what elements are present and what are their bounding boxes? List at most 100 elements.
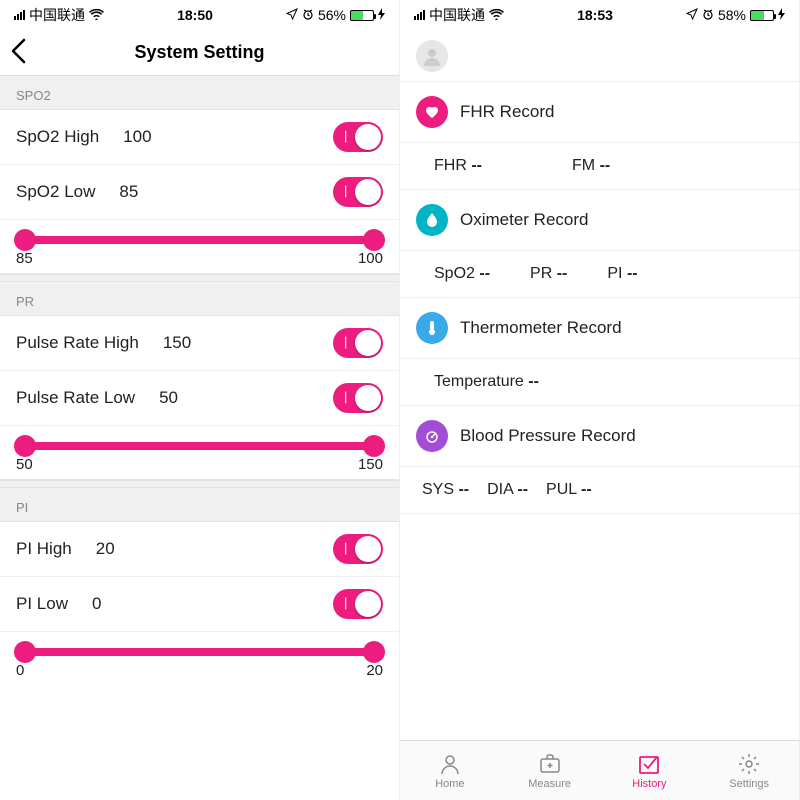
spo2-range-slider[interactable] <box>22 236 377 244</box>
dia-value: -- <box>517 481 528 498</box>
droplet-icon <box>416 204 448 236</box>
pi-section-header: PI <box>0 488 399 522</box>
clock: 18:50 <box>177 7 213 23</box>
tab-measure[interactable]: Measure <box>500 741 600 800</box>
spo2-range-min: 85 <box>16 250 33 267</box>
spo2-low-value: 85 <box>119 182 138 202</box>
pi-range-max: 20 <box>366 662 383 679</box>
status-bar: 中国联通 18:50 56% <box>0 0 399 30</box>
pr-section-header: PR <box>0 282 399 316</box>
bp-values-row: SYS -- DIA -- PUL -- <box>400 467 799 514</box>
pi-low-label: PI Low <box>16 594 68 614</box>
spo2-low-row: SpO2 Low 85 <box>0 165 399 220</box>
fhr-record-header[interactable]: FHR Record <box>400 82 799 143</box>
sys-value: -- <box>458 481 469 498</box>
pi-high-value: 20 <box>96 539 115 559</box>
battery-icon <box>750 10 774 21</box>
pi-low-row: PI Low 0 <box>0 577 399 632</box>
therm-record-header[interactable]: Thermometer Record <box>400 298 799 359</box>
pi-low-toggle[interactable] <box>333 589 383 619</box>
fhr-record-title: FHR Record <box>460 102 554 122</box>
nav-header: System Setting <box>0 30 399 76</box>
pr-slider-thumb-high[interactable] <box>363 435 385 457</box>
page-title: System Setting <box>134 42 264 63</box>
spo2-slider-thumb-high[interactable] <box>363 229 385 251</box>
location-icon <box>286 7 298 23</box>
fm-label: FM <box>572 157 595 174</box>
pr-value: -- <box>557 265 568 282</box>
carrier-label: 中国联通 <box>429 5 485 25</box>
profile-row[interactable] <box>400 30 799 82</box>
pi-slider-thumb-low[interactable] <box>14 641 36 663</box>
tab-home-label: Home <box>435 778 464 790</box>
back-button[interactable] <box>10 38 26 71</box>
alarm-icon <box>702 7 714 23</box>
sys-label: SYS <box>422 481 454 498</box>
pi-value: -- <box>627 265 638 282</box>
spo2-high-toggle[interactable] <box>333 122 383 152</box>
bp-record-header[interactable]: Blood Pressure Record <box>400 406 799 467</box>
pr-range-slider[interactable] <box>22 442 377 450</box>
clock: 18:53 <box>577 7 613 23</box>
pi-high-row: PI High 20 <box>0 522 399 577</box>
gear-icon <box>737 752 761 776</box>
bp-record-title: Blood Pressure Record <box>460 426 636 446</box>
pr-high-value: 150 <box>163 333 191 353</box>
temperature-label: Temperature <box>434 373 524 390</box>
pr-high-label: Pulse Rate High <box>16 333 139 353</box>
history-screen: 中国联通 18:53 58% FHR Re <box>400 0 800 800</box>
pr-slider-wrap: 50 150 <box>0 426 399 480</box>
avatar-icon <box>416 40 448 72</box>
tab-settings[interactable]: Settings <box>699 741 799 800</box>
tab-history-label: History <box>632 778 666 790</box>
oxi-record-header[interactable]: Oximeter Record <box>400 190 799 251</box>
status-bar: 中国联通 18:53 58% <box>400 0 799 30</box>
tab-settings-label: Settings <box>729 778 769 790</box>
dia-label: DIA <box>487 481 513 498</box>
signal-bars-icon <box>414 10 425 20</box>
spo2-value: -- <box>479 265 490 282</box>
pi-high-toggle[interactable] <box>333 534 383 564</box>
pul-label: PUL <box>546 481 577 498</box>
pr-label: PR <box>530 265 552 282</box>
therm-record-title: Thermometer Record <box>460 318 622 338</box>
thermometer-icon <box>416 312 448 344</box>
charging-icon <box>778 7 785 23</box>
tab-history[interactable]: History <box>600 741 700 800</box>
oxi-record-title: Oximeter Record <box>460 210 588 230</box>
spo2-low-label: SpO2 Low <box>16 182 95 202</box>
location-icon <box>686 7 698 23</box>
tab-bar: Home Measure History Settings <box>400 740 799 800</box>
spo2-high-label: SpO2 High <box>16 127 99 147</box>
battery-text: 58% <box>718 7 746 23</box>
pr-low-toggle[interactable] <box>333 383 383 413</box>
therm-values-row: Temperature -- <box>400 359 799 406</box>
spo2-high-row: SpO2 High 100 <box>0 110 399 165</box>
wifi-icon <box>89 8 104 23</box>
pr-high-toggle[interactable] <box>333 328 383 358</box>
fhr-values-row: FHR -- FM -- <box>400 143 799 190</box>
tab-measure-label: Measure <box>528 778 571 790</box>
pi-label: PI <box>607 265 622 282</box>
pi-slider-thumb-high[interactable] <box>363 641 385 663</box>
person-icon <box>438 752 462 776</box>
tab-home[interactable]: Home <box>400 741 500 800</box>
settings-screen: 中国联通 18:50 56% System Setting SPO2 <box>0 0 400 800</box>
pi-range-slider[interactable] <box>22 648 377 656</box>
spo2-range-max: 100 <box>358 250 383 267</box>
fm-value: -- <box>600 157 611 174</box>
spo2-label: SpO2 <box>434 265 475 282</box>
fhr-label: FHR <box>434 157 467 174</box>
oxi-values-row: SpO2 -- PR -- PI -- <box>400 251 799 298</box>
spo2-slider-thumb-low[interactable] <box>14 229 36 251</box>
medkit-icon <box>538 752 562 776</box>
spo2-slider-wrap: 85 100 <box>0 220 399 274</box>
spo2-low-toggle[interactable] <box>333 177 383 207</box>
fhr-value: -- <box>471 157 482 174</box>
spo2-high-value: 100 <box>123 127 151 147</box>
alarm-icon <box>302 7 314 23</box>
spo2-section-header: SPO2 <box>0 76 399 110</box>
pr-low-label: Pulse Rate Low <box>16 388 135 408</box>
pr-slider-thumb-low[interactable] <box>14 435 36 457</box>
wifi-icon <box>489 8 504 23</box>
